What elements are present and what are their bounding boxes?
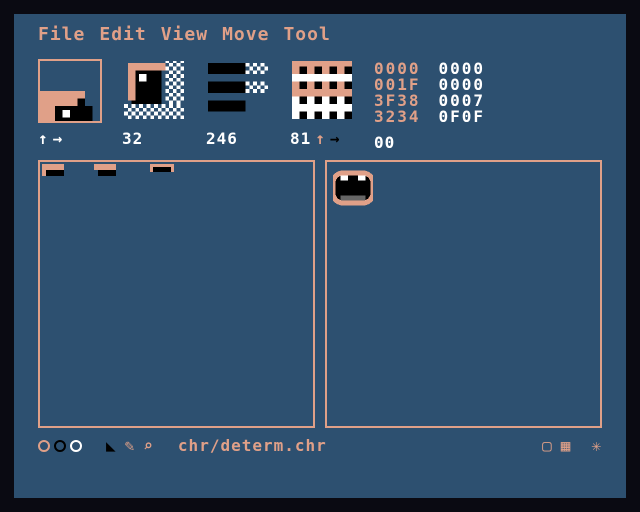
pattern-32-icon: [124, 59, 184, 121]
menu-file[interactable]: File: [38, 24, 85, 45]
view-grid-icon[interactable]: ▢: [542, 436, 553, 455]
tile-preview-label: ↑ →: [38, 129, 63, 148]
color-swatch-2[interactable]: [54, 440, 66, 452]
hex-col-left: 0000 001F 3F38 3234: [374, 61, 421, 125]
tool-pointer-icon[interactable]: ◣: [106, 436, 117, 455]
pattern-246-label: 246: [206, 129, 238, 148]
pattern-81-label: 81 ↑ →: [290, 129, 341, 148]
arrow-right-icon: →: [330, 129, 341, 148]
pattern-81[interactable]: [290, 59, 354, 123]
pattern-slot-81: 81 ↑ →: [290, 59, 354, 148]
tool-zoom-icon[interactable]: ⌕: [143, 436, 154, 455]
hex-readout: 0000 001F 3F38 3234 0000 0000 0007 0F0F: [374, 59, 485, 125]
pattern-246-icon: [208, 59, 268, 121]
menu-edit[interactable]: Edit: [99, 24, 146, 45]
color-swatch-1[interactable]: [38, 440, 50, 452]
hex-slot: 0000 001F 3F38 3234 0000 0000 0007 0F0F …: [374, 59, 602, 152]
pattern-246[interactable]: [206, 59, 270, 123]
hex-label: 00: [374, 133, 395, 152]
left-canvas-tiles-icon: [40, 162, 314, 192]
view-dither-icon[interactable]: ▦: [561, 436, 572, 455]
color-swatch-3[interactable]: [70, 440, 82, 452]
pattern-slot-246: 246: [206, 59, 270, 148]
menubar: File Edit View Move Tool: [14, 14, 626, 49]
menu-tool[interactable]: Tool: [283, 24, 330, 45]
pattern-81-icon: [292, 59, 352, 121]
arrow-right-icon: →: [53, 129, 64, 148]
app-window: File Edit View Move Tool ↑ →: [14, 14, 626, 498]
menu-move[interactable]: Move: [222, 24, 269, 45]
pattern-slot-32: 32: [122, 59, 186, 148]
panels: [14, 152, 626, 428]
pattern-32[interactable]: [122, 59, 186, 123]
menu-view[interactable]: View: [161, 24, 208, 45]
arrow-up-icon: ↑: [315, 129, 326, 148]
hex-col-right: 0000 0000 0007 0F0F: [439, 61, 486, 125]
tool-pencil-icon[interactable]: ✎: [125, 436, 136, 455]
tile-preview-slot: ↑ →: [38, 59, 102, 148]
settings-icon[interactable]: ✳: [591, 436, 602, 455]
toolbar: ↑ →: [14, 49, 626, 152]
right-canvas-tile-icon: [333, 168, 373, 208]
filepath: chr/determ.chr: [178, 436, 327, 455]
tile-preview[interactable]: [38, 59, 102, 123]
statusbar: ◣ ✎ ⌕ chr/determ.chr ▢ ▦ ✳: [14, 428, 626, 455]
right-canvas[interactable]: [325, 160, 602, 428]
pattern-32-label: 32: [122, 129, 143, 148]
arrow-up-icon: ↑: [38, 129, 49, 148]
left-canvas[interactable]: [38, 160, 315, 428]
sprite-corner-icon: [40, 61, 100, 121]
